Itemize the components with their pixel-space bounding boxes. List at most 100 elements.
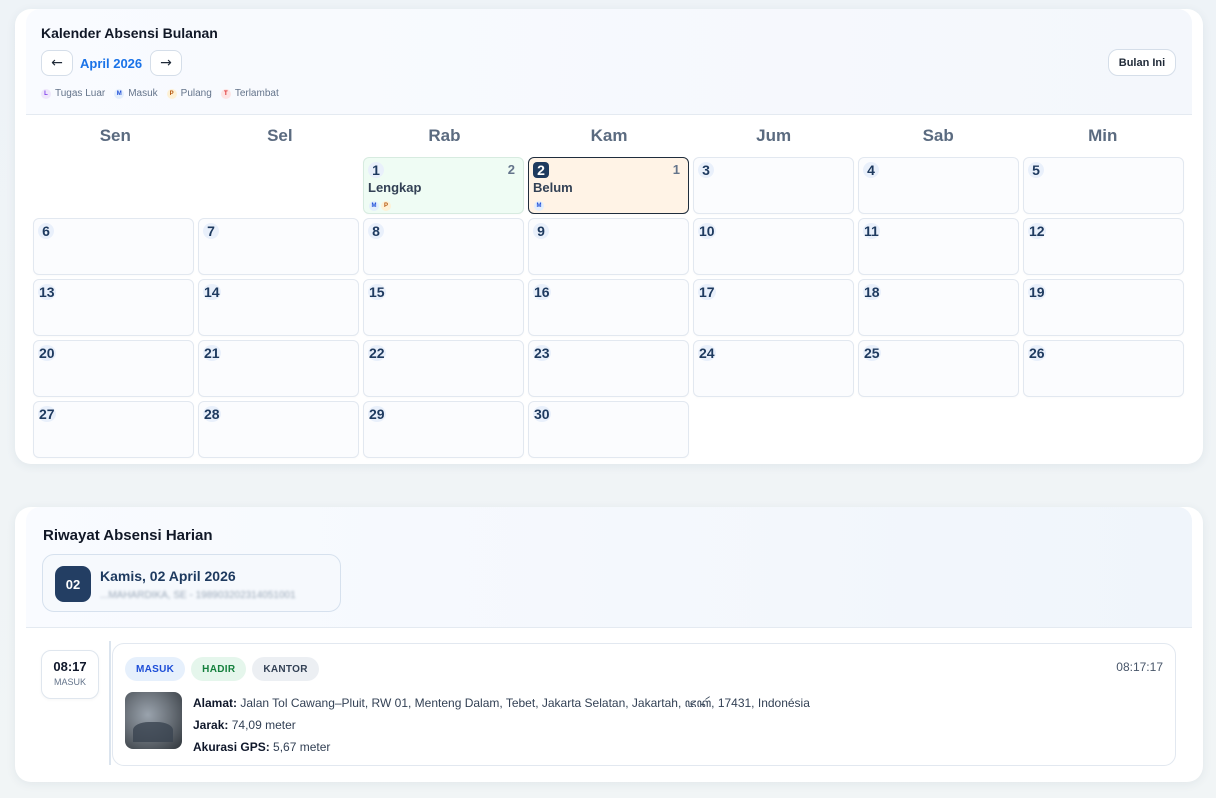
calendar-day-19[interactable]: 19 xyxy=(1023,279,1184,336)
daily-history-card: Riwayat Absensi Harian 02 Kamis, 02 Apri… xyxy=(15,507,1203,782)
history-header: Riwayat Absensi Harian 02 Kamis, 02 Apri… xyxy=(26,507,1192,628)
day-record-count: 2 xyxy=(507,162,515,177)
attendance-photo[interactable] xyxy=(125,692,182,749)
calendar-day-5[interactable]: 5 xyxy=(1023,157,1184,214)
day-number: 28 xyxy=(203,406,221,422)
weekday-label: Kam xyxy=(590,126,628,145)
gps-value: 5,67 meter xyxy=(273,740,331,754)
calendar-title: Kalender Absensi Bulanan xyxy=(41,25,218,41)
calendar-day-3[interactable]: 3 xyxy=(693,157,854,214)
day-number: 23 xyxy=(533,345,551,361)
calendar-empty-cell xyxy=(198,157,359,214)
calendar-day-25[interactable]: 25 xyxy=(858,340,1019,397)
legend-tugas-luar: L Tugas Luar xyxy=(41,88,105,99)
calendar-day-9[interactable]: 9 xyxy=(528,218,689,275)
legend-dot-m: M xyxy=(114,88,125,99)
calendar-grid: 1 2 Lengkap M P 2 1 Belum M 3 4 5 6 7 8 … xyxy=(33,157,1185,458)
day-number: 15 xyxy=(368,284,386,300)
legend-label: Masuk xyxy=(128,88,158,99)
calendar-day-27[interactable]: 27 xyxy=(33,401,194,458)
calendar-day-13[interactable]: 13 xyxy=(33,279,194,336)
tag-kantor: KANTOR xyxy=(252,657,319,681)
next-month-button[interactable]: → xyxy=(150,50,182,76)
day-number: 29 xyxy=(368,406,386,422)
weekday-label: Sel xyxy=(267,126,293,145)
calendar-day-4[interactable]: 4 xyxy=(858,157,1019,214)
day-record-count: 1 xyxy=(672,162,680,177)
calendar-day-16[interactable]: 16 xyxy=(528,279,689,336)
day-number: 7 xyxy=(203,223,219,239)
day-badges: M P xyxy=(369,201,391,211)
legend-label: Pulang xyxy=(180,88,212,99)
entry-time: 08:17 xyxy=(53,659,87,674)
current-month-label: April 2026 xyxy=(80,56,143,71)
day-number: 20 xyxy=(38,345,56,361)
weekday-label: Jum xyxy=(756,126,792,145)
badge-masuk: M xyxy=(369,201,379,211)
day-number: 4 xyxy=(863,162,879,178)
calendar-day-18[interactable]: 18 xyxy=(858,279,1019,336)
day-number: 22 xyxy=(368,345,386,361)
day-number: 27 xyxy=(38,406,56,422)
calendar-day-26[interactable]: 26 xyxy=(1023,340,1184,397)
attendance-entry-card[interactable]: MASUK HADIR KANTOR 08:17:17 Alamat: Jala… xyxy=(112,643,1176,766)
day-number: 30 xyxy=(533,406,551,422)
legend-masuk: M Masuk xyxy=(114,88,158,99)
day-number: 17 xyxy=(698,284,716,300)
day-number: 21 xyxy=(203,345,221,361)
gps-label: Akurasi GPS: xyxy=(193,740,270,754)
calendar-day-22[interactable]: 22 xyxy=(363,340,524,397)
day-number: 6 xyxy=(38,223,54,239)
calendar-day-15[interactable]: 15 xyxy=(363,279,524,336)
calendar-header: Kalender Absensi Bulanan ← April 2026 → … xyxy=(26,9,1192,115)
day-number: 24 xyxy=(698,345,716,361)
this-month-button[interactable]: Bulan Ini xyxy=(1108,49,1176,76)
legend-pulang: P Pulang xyxy=(166,88,212,99)
day-number: 3 xyxy=(698,162,714,178)
calendar-day-6[interactable]: 6 xyxy=(33,218,194,275)
entry-time-label: MASUK xyxy=(53,677,86,687)
calendar-day-29[interactable]: 29 xyxy=(363,401,524,458)
calendar-legend: L Tugas Luar M Masuk P Pulang T Terlamba… xyxy=(41,88,279,99)
calendar-day-20[interactable]: 20 xyxy=(33,340,194,397)
employee-identity: ...MAHARDIKA, SE - 198903202314051001 xyxy=(100,590,296,601)
calendar-day-30[interactable]: 30 xyxy=(528,401,689,458)
tag-hadir: HADIR xyxy=(191,657,247,681)
calendar-day-2[interactable]: 2 1 Belum M xyxy=(528,157,689,214)
entry-time-chip: 08:17 MASUK xyxy=(41,650,99,699)
gps-accuracy-row: Akurasi GPS: 5,67 meter xyxy=(193,736,810,758)
calendar-day-1[interactable]: 1 2 Lengkap M P xyxy=(363,157,524,214)
legend-dot-t: T xyxy=(220,88,231,99)
day-number: 16 xyxy=(533,284,551,300)
calendar-day-28[interactable]: 28 xyxy=(198,401,359,458)
address-row: Alamat: Jalan Tol Cawang–Pluit, RW 01, M… xyxy=(193,692,810,714)
selected-date-box: 02 Kamis, 02 April 2026 ...MAHARDIKA, SE… xyxy=(42,554,341,612)
day-number: 25 xyxy=(863,345,881,361)
day-number: 2 xyxy=(533,162,549,178)
calendar-day-8[interactable]: 8 xyxy=(363,218,524,275)
day-status: Belum xyxy=(533,180,573,195)
day-number: 9 xyxy=(533,223,549,239)
calendar-day-23[interactable]: 23 xyxy=(528,340,689,397)
calendar-day-11[interactable]: 11 xyxy=(858,218,1019,275)
calendar-day-24[interactable]: 24 xyxy=(693,340,854,397)
day-number: 10 xyxy=(698,223,716,239)
day-number: 26 xyxy=(1028,345,1046,361)
distance-value: 74,09 meter xyxy=(231,718,296,732)
weekday-label: Min xyxy=(1088,126,1118,145)
weekday-label: Sen xyxy=(99,126,131,145)
calendar-empty-cell xyxy=(33,157,194,214)
calendar-day-14[interactable]: 14 xyxy=(198,279,359,336)
address-label: Alamat: xyxy=(193,696,238,710)
calendar-day-12[interactable]: 12 xyxy=(1023,218,1184,275)
calendar-day-17[interactable]: 17 xyxy=(693,279,854,336)
calendar-day-10[interactable]: 10 xyxy=(693,218,854,275)
prev-month-button[interactable]: ← xyxy=(41,50,73,76)
legend-label: Terlambat xyxy=(234,88,279,99)
legend-dot-l: L xyxy=(41,88,51,99)
legend-dot-p: P xyxy=(166,88,177,99)
day-number: 19 xyxy=(1028,284,1046,300)
day-number: 1 xyxy=(368,162,384,178)
calendar-day-21[interactable]: 21 xyxy=(198,340,359,397)
calendar-day-7[interactable]: 7 xyxy=(198,218,359,275)
